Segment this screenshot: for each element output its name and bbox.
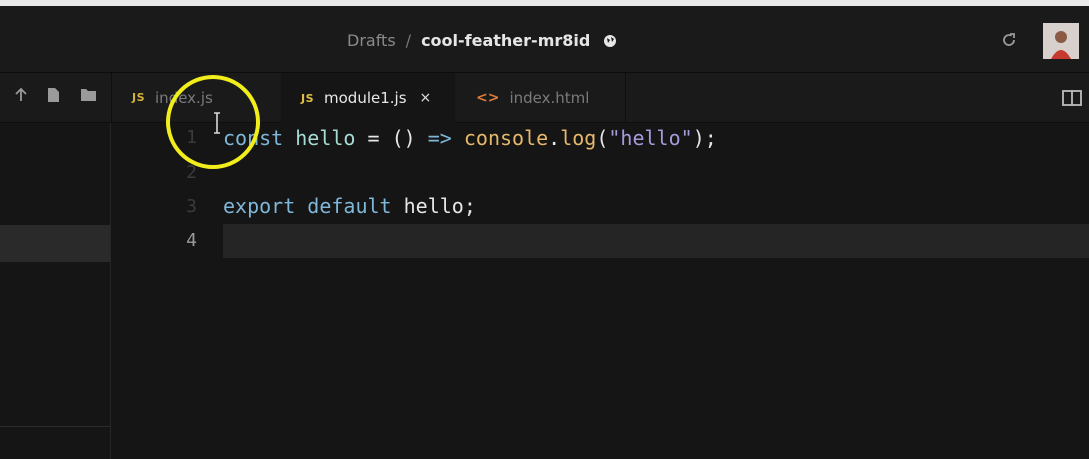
tab-module1-js[interactable]: JS module1.js × bbox=[281, 73, 455, 123]
selected-file-row[interactable] bbox=[0, 225, 110, 262]
sidebar-toolbar bbox=[0, 73, 112, 122]
method-token: log bbox=[560, 126, 597, 150]
line-number: 4 bbox=[186, 230, 197, 251]
code-line-3: export default hello; bbox=[223, 194, 476, 218]
code-token: . bbox=[548, 126, 561, 150]
header-bar: Drafts / cool-feather-mr8id bbox=[0, 6, 1089, 73]
globe-icon[interactable] bbox=[603, 33, 617, 52]
tab-index-html[interactable]: <> index.html bbox=[456, 73, 626, 122]
text-cursor-icon bbox=[212, 112, 222, 138]
keyword-token: export bbox=[223, 194, 296, 218]
code-token: ); bbox=[692, 126, 717, 150]
breadcrumb: Drafts / cool-feather-mr8id bbox=[347, 31, 617, 52]
js-file-icon: JS bbox=[301, 91, 315, 105]
sidebar-divider bbox=[0, 426, 110, 427]
sandbox-name[interactable]: cool-feather-mr8id bbox=[421, 31, 590, 50]
new-folder-icon[interactable] bbox=[80, 87, 97, 106]
code-token: = () bbox=[355, 126, 428, 150]
code-line-1: const hello = () => console.log("hello")… bbox=[223, 126, 717, 150]
tab-label: index.html bbox=[509, 88, 590, 107]
upload-arrow-icon[interactable] bbox=[14, 87, 28, 107]
line-number: 2 bbox=[186, 162, 197, 183]
close-icon[interactable]: × bbox=[420, 90, 432, 106]
js-file-icon: JS bbox=[132, 91, 146, 104]
identifier-token: hello bbox=[295, 126, 356, 150]
identifier-token: console bbox=[463, 126, 549, 150]
code-editor[interactable]: 1 2 3 4 const hello = () => console.log(… bbox=[111, 123, 1089, 459]
html-file-icon: <> bbox=[476, 89, 500, 106]
line-number: 3 bbox=[186, 196, 197, 217]
code-token: ( bbox=[596, 126, 609, 150]
file-explorer bbox=[0, 123, 111, 459]
tab-label: module1.js bbox=[324, 89, 407, 107]
breadcrumb-drafts[interactable]: Drafts bbox=[347, 31, 396, 50]
breadcrumb-separator: / bbox=[405, 31, 412, 50]
avatar[interactable] bbox=[1043, 23, 1079, 59]
refresh-icon[interactable] bbox=[999, 30, 1019, 54]
arrow-token: => bbox=[427, 126, 452, 150]
tab-bar: JS index.js JS module1.js × <> index.htm… bbox=[0, 73, 1089, 123]
split-view-icon[interactable] bbox=[1062, 90, 1082, 110]
new-file-icon[interactable] bbox=[47, 87, 60, 107]
keyword-token: default bbox=[307, 194, 392, 218]
string-token: "hello" bbox=[608, 126, 693, 150]
code-token: hello; bbox=[391, 194, 476, 218]
current-line-highlight bbox=[223, 224, 1089, 258]
